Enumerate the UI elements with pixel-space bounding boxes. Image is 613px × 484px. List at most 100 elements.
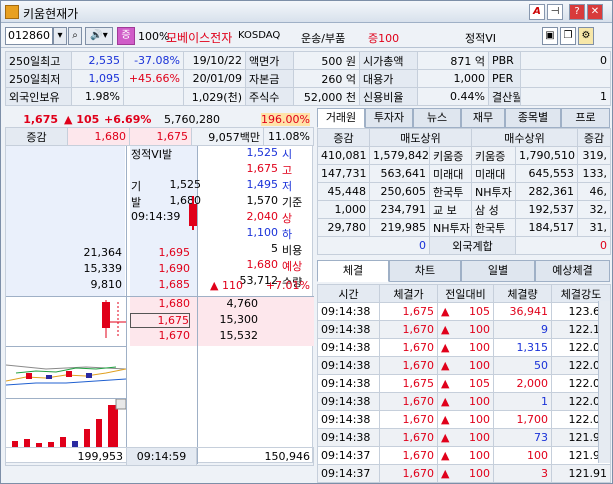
trade-change-value: 100 <box>469 413 490 426</box>
help-icon[interactable]: ? <box>569 4 585 20</box>
ask-qty[interactable]: 15,339 <box>6 262 123 275</box>
trade-row: 09:14:38 1,670 ▲ 100 1,315 122.09 <box>317 338 611 357</box>
broker-cell: 1,579,842 <box>369 146 430 165</box>
broker-header: 증감 매도상위 매수상위 증감 <box>317 128 612 147</box>
total-ask-qty: 199,953 <box>5 447 127 466</box>
broker-row: 410,081 1,579,842 키움증 키움증 1,790,510 319, <box>317 146 612 165</box>
ask-qty[interactable]: 21,364 <box>6 246 123 259</box>
info-cell: 0 <box>520 51 611 70</box>
broker-cell: 31, <box>577 218 612 237</box>
broker-cell: 1,790,510 <box>515 146 579 165</box>
font-icon[interactable]: A <box>529 4 545 20</box>
price-summary: 1,675 ▲ 105 +6.69% 5,760,280 196.00% <box>5 110 313 128</box>
broker-tab[interactable]: 프로 <box>561 108 610 128</box>
margin-pct: 100% <box>138 30 170 43</box>
mini-volume-chart <box>12 399 126 447</box>
trade-change-value: 100 <box>469 467 490 480</box>
info-cell: 1 <box>520 87 611 106</box>
ask-qty[interactable]: 9,810 <box>6 278 123 291</box>
trades-scrollbar[interactable] <box>598 301 610 463</box>
trades-header-cell: 전일대비 <box>437 284 494 303</box>
broker-tab[interactable]: 종목별 <box>505 108 561 128</box>
stat-value: 1,100 <box>246 226 279 239</box>
info-cell[interactable]: 250일최고 <box>5 51 72 70</box>
bid-qty[interactable]: 15,532 <box>198 329 259 342</box>
broker-cell: 184,517 <box>515 218 579 237</box>
trade-price: 1,670 <box>379 464 438 483</box>
trade-row: 09:14:37 1,670 ▲ 100 3 121.91 <box>317 464 611 483</box>
broker-cell: 219,985 <box>369 218 430 237</box>
toolbar: 012860 ▾ ⌕ 🔊▾ 증 100% 모베이스전자 KOSDAQ 운송/부품… <box>1 24 612 48</box>
stat-row: 1,570 기준 <box>198 194 312 210</box>
trade-qty: 2,000 <box>493 374 552 393</box>
dropdown-arrow-icon[interactable]: ▾ <box>53 27 67 45</box>
broker-cell: 한국투 <box>471 218 517 237</box>
volume: 5,760,280 <box>164 112 220 126</box>
broker-tab[interactable]: 재무 <box>461 108 505 128</box>
info-cell: 1,095 <box>71 69 124 88</box>
broker-cell: 미래대 <box>428 164 473 183</box>
stock-code-input[interactable]: 012860 <box>5 27 53 45</box>
bid-price[interactable]: 1,675 <box>130 313 190 328</box>
info-cell: -37.08% <box>123 51 184 70</box>
bid-qty[interactable]: 15,300 <box>198 313 259 326</box>
trade-time: 09:14:38 <box>317 374 380 393</box>
stat-value: 5 <box>271 242 278 255</box>
broker-row: 147,731 563,641 미래대 미래대 645,553 133, <box>317 164 612 183</box>
app-icon <box>5 5 19 19</box>
window-icon[interactable]: ▣ <box>542 27 558 45</box>
speaker-icon[interactable]: 🔊▾ <box>85 27 113 45</box>
broker-header-cell: 매수상위 <box>471 128 579 147</box>
trade-change: ▲ 100 <box>437 338 494 357</box>
trade-change-value: 105 <box>469 377 490 390</box>
search-icon[interactable]: ⌕ <box>68 27 82 45</box>
expected-change-pct: +7.01% <box>265 279 310 292</box>
bid-qty[interactable]: 4,760 <box>198 297 259 310</box>
broker-cell: 46, <box>577 182 612 201</box>
trade-tab[interactable]: 차트 <box>389 260 461 282</box>
settings-icon[interactable]: ⚙ <box>578 27 594 45</box>
info-cell: 주식수 <box>245 87 294 106</box>
info-cell: 액면가 <box>245 51 294 70</box>
broker-cell: 410,081 <box>317 146 370 165</box>
trades-header-cell: 체결량 <box>493 284 552 303</box>
bid-price[interactable]: 1,680 <box>130 297 191 310</box>
trade-change-value: 100 <box>469 395 490 408</box>
trade-tab[interactable]: 예상체결 <box>535 260 610 282</box>
stat-row: 1,680 예상 <box>198 258 312 274</box>
vi-trigger-label: 발 <box>131 196 142 209</box>
foreign-buy: 0 <box>515 236 612 255</box>
stat-label: 기준 <box>282 196 303 209</box>
info-cell[interactable]: 250일최저 <box>5 69 72 88</box>
trade-change: ▲ 100 <box>437 464 494 483</box>
trade-tab[interactable]: 체결 <box>317 260 389 282</box>
vi-title: 정적VI발 <box>131 148 173 161</box>
book-time: 09:14:59 <box>126 447 197 466</box>
close-icon[interactable]: ✕ <box>587 4 603 20</box>
trade-time: 09:14:37 <box>317 446 380 465</box>
stat-label: 예상 <box>282 260 303 273</box>
info-cell[interactable]: 외국인보유 <box>5 87 72 106</box>
broker-cell: 234,791 <box>369 200 430 219</box>
stat-value: 1,495 <box>246 178 279 191</box>
trade-change: ▲ 105 <box>437 374 494 393</box>
mini-candle-chart <box>102 300 126 338</box>
trade-qty: 36,941 <box>493 302 552 321</box>
broker-cell: 29,780 <box>317 218 370 237</box>
up-arrow-icon: ▲ <box>441 467 450 480</box>
trade-tab[interactable]: 일별 <box>461 260 535 282</box>
broker-row: 29,780 219,985 NH투자 한국투 184,517 31, <box>317 218 612 237</box>
broker-tab[interactable]: 거래원 <box>317 108 365 128</box>
pin-icon[interactable]: ⊣ <box>547 4 563 20</box>
copy-icon[interactable]: ❐ <box>560 27 576 45</box>
broker-tab[interactable]: 뉴스 <box>413 108 461 128</box>
ask-price[interactable]: 1,690 <box>130 262 191 275</box>
stat-row: 5 비용 <box>198 242 312 258</box>
stat-value: 1,680 <box>246 258 279 271</box>
trade-change: ▲ 100 <box>437 392 494 411</box>
bid-price[interactable]: 1,670 <box>130 329 191 342</box>
ask-price[interactable]: 1,695 <box>130 246 191 259</box>
stat-label: 비용 <box>282 244 303 257</box>
broker-tab[interactable]: 투자자 <box>365 108 413 128</box>
ask-price[interactable]: 1,685 <box>130 278 191 291</box>
